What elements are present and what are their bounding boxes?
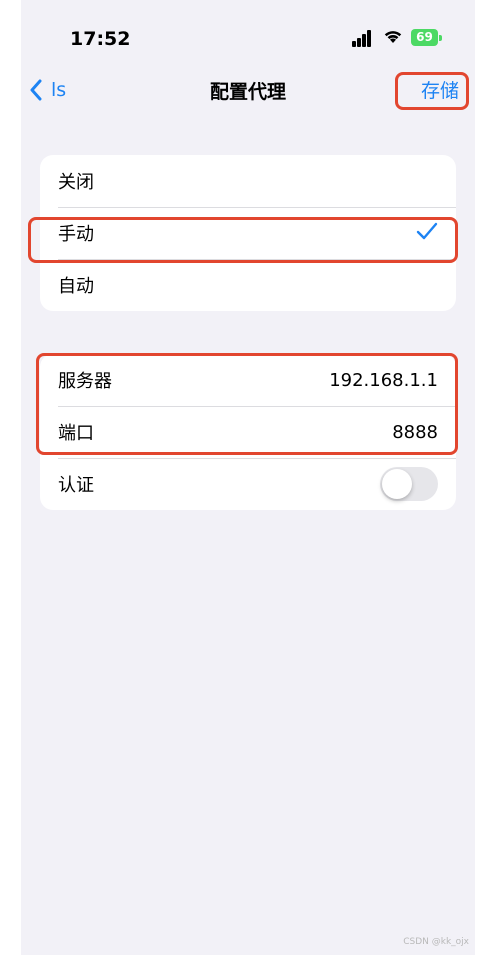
battery-charging-icon: 69 bbox=[411, 29, 438, 46]
server-label: 服务器 bbox=[58, 371, 112, 392]
port-field[interactable]: 8888 bbox=[392, 422, 438, 443]
auth-label: 认证 bbox=[58, 475, 94, 496]
auth-row: 认证 bbox=[40, 458, 456, 510]
status-time: 17:52 bbox=[70, 28, 131, 50]
signal-bars-icon bbox=[352, 29, 376, 47]
wifi-icon bbox=[383, 28, 403, 48]
port-label: 端口 bbox=[58, 423, 94, 444]
checkmark-icon bbox=[416, 222, 438, 245]
page-title: 配置代理 bbox=[209, 81, 286, 103]
proxy-mode-auto[interactable]: 自动 bbox=[40, 259, 456, 311]
manual-settings-group: 服务器 192.168.1.1 端口 8888 认证 bbox=[40, 354, 456, 510]
auth-toggle[interactable] bbox=[380, 467, 438, 501]
proxy-mode-group: 关闭 手动 自动 bbox=[40, 155, 456, 311]
proxy-mode-label: 关闭 bbox=[58, 172, 94, 193]
status-bar: 17:52 69 bbox=[21, 0, 475, 70]
proxy-mode-off[interactable]: 关闭 bbox=[40, 155, 456, 207]
proxy-mode-label: 手动 bbox=[58, 224, 94, 245]
watermark: CSDN @kk_ojx bbox=[403, 937, 469, 947]
proxy-mode-label: 自动 bbox=[58, 276, 94, 297]
battery-cap bbox=[439, 35, 442, 41]
server-row[interactable]: 服务器 192.168.1.1 bbox=[40, 354, 456, 406]
port-row[interactable]: 端口 8888 bbox=[40, 406, 456, 458]
server-field[interactable]: 192.168.1.1 bbox=[329, 370, 438, 391]
navigation-bar: ls 配置代理 存储 bbox=[21, 70, 475, 110]
proxy-mode-manual[interactable]: 手动 bbox=[40, 207, 456, 259]
save-button[interactable]: 存储 bbox=[421, 76, 459, 103]
phone-screen: 17:52 69 ls 配置代理 存储 关闭 手动 自动 服务器 192.168… bbox=[21, 0, 475, 955]
toggle-knob bbox=[382, 469, 412, 499]
